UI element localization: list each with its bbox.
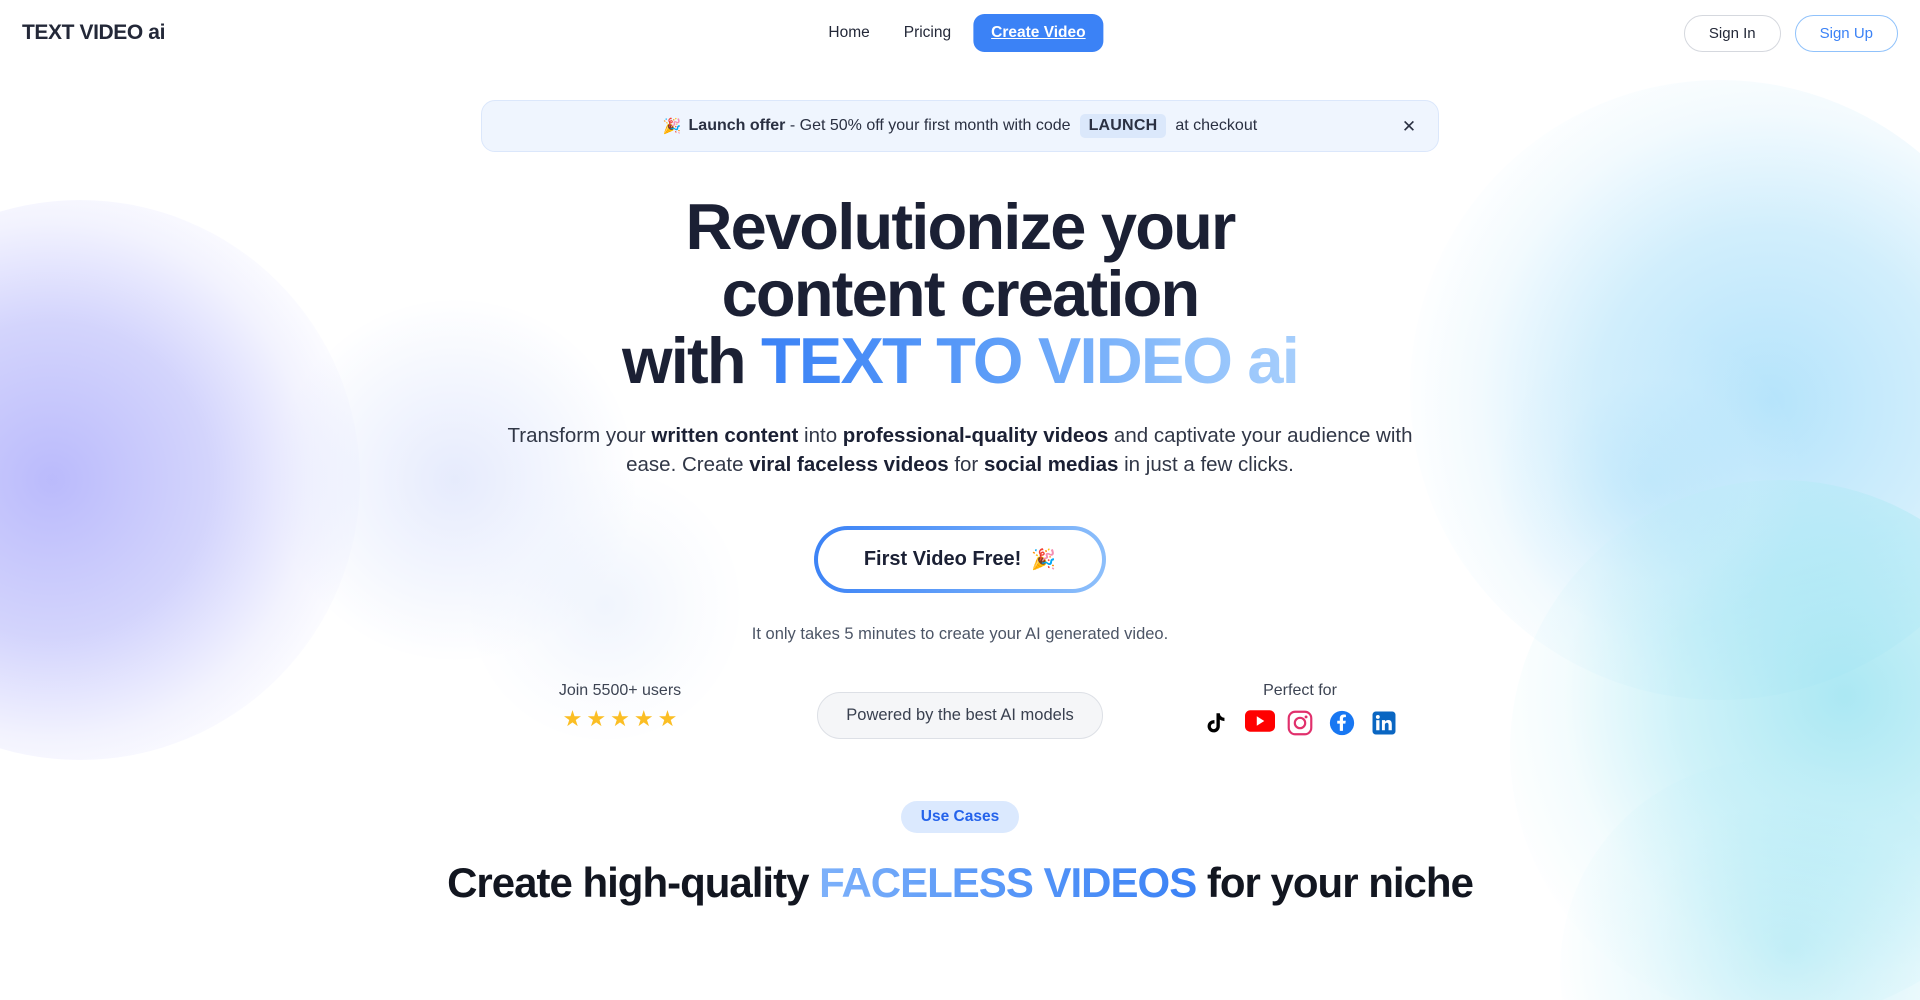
star-icon: ★ bbox=[657, 706, 678, 732]
auth-actions: Sign In Sign Up bbox=[1683, 14, 1898, 52]
banner-offer-title: Launch offer bbox=[688, 117, 786, 134]
hero-sub-part-4: for bbox=[948, 453, 984, 477]
perfect-for-label: Perfect for bbox=[1263, 682, 1337, 700]
ai-models-block: Powered by the best AI models bbox=[790, 682, 1130, 740]
page-title: Revolutionize your content creation with… bbox=[0, 193, 1920, 397]
tiktok-icon[interactable] bbox=[1203, 710, 1229, 736]
banner-promo-code[interactable]: LAUNCH bbox=[1079, 114, 1167, 138]
party-popper-icon: 🎉 bbox=[662, 118, 682, 135]
site-logo[interactable]: TEXT VIDEO ai bbox=[22, 21, 165, 45]
announcement-banner-wrap: 🎉 Launch offer - Get 50% off your first … bbox=[0, 100, 1920, 152]
hero-sub-part-2: into bbox=[798, 423, 843, 447]
hero-sub-bold-1: written content bbox=[651, 423, 799, 447]
sign-in-button[interactable]: Sign In bbox=[1683, 14, 1781, 52]
youtube-icon[interactable] bbox=[1245, 710, 1275, 736]
star-rating: ★ ★ ★ ★ ★ bbox=[563, 708, 678, 730]
users-count-label: Join 5500+ users bbox=[558, 682, 682, 700]
hero-title-line-3-plain: with bbox=[621, 323, 761, 397]
star-icon: ★ bbox=[633, 706, 654, 732]
hero-title-accent: TEXT TO VIDEO ai bbox=[760, 323, 1300, 397]
star-icon: ★ bbox=[586, 706, 607, 732]
instagram-icon[interactable] bbox=[1287, 710, 1313, 736]
nav-create-video-button[interactable]: Create Video bbox=[973, 14, 1104, 52]
hero-sub-bold-4: social medias bbox=[983, 453, 1119, 477]
cta-label: First Video Free! bbox=[863, 548, 1022, 571]
use-cases-title-plain-2: for your niche bbox=[1196, 859, 1474, 907]
platforms-block: Perfect for bbox=[1130, 682, 1470, 736]
use-cases-title-plain-1: Create high-quality bbox=[447, 859, 820, 907]
use-cases-title-accent: FACELESS VIDEOS bbox=[819, 859, 1197, 907]
social-platform-icons bbox=[1203, 710, 1397, 736]
top-navbar: TEXT VIDEO ai Home Pricing Create Video … bbox=[0, 0, 1920, 66]
hero-title-line-2: content creation bbox=[721, 256, 1201, 330]
linkedin-icon[interactable] bbox=[1371, 710, 1397, 736]
powered-by-pill: Powered by the best AI models bbox=[817, 692, 1103, 740]
banner-offer-suffix: at checkout bbox=[1175, 117, 1258, 134]
primary-nav: Home Pricing Create Video bbox=[816, 14, 1104, 52]
users-rating-block: Join 5500+ users ★ ★ ★ ★ ★ bbox=[450, 682, 790, 730]
nav-link-pricing[interactable]: Pricing bbox=[892, 15, 963, 51]
use-cases-badge: Use Cases bbox=[900, 801, 1020, 834]
first-video-free-button[interactable]: First Video Free! 🎉 bbox=[814, 526, 1106, 593]
cta-helper-text: It only takes 5 minutes to create your A… bbox=[751, 625, 1169, 644]
nav-link-home[interactable]: Home bbox=[816, 15, 881, 51]
star-icon: ★ bbox=[562, 706, 583, 732]
facebook-icon[interactable] bbox=[1329, 710, 1355, 736]
hero-cta-wrap: First Video Free! 🎉 bbox=[0, 526, 1920, 593]
social-proof-row: Join 5500+ users ★ ★ ★ ★ ★ Powered by th… bbox=[380, 682, 1540, 740]
hero-sub-bold-2: professional-quality videos bbox=[842, 423, 1109, 447]
close-icon[interactable]: ✕ bbox=[1396, 113, 1422, 139]
hero-subtitle: Transform your written content into prof… bbox=[480, 421, 1440, 480]
use-cases-title: Create high-quality FACELESS VIDEOS for … bbox=[0, 859, 1920, 907]
hero-section: Revolutionize your content creation with… bbox=[0, 193, 1920, 644]
party-popper-icon: 🎉 bbox=[1031, 549, 1057, 572]
hero-title-line-1: Revolutionize your bbox=[685, 190, 1236, 263]
sign-up-button[interactable]: Sign Up bbox=[1794, 14, 1898, 52]
star-icon: ★ bbox=[610, 706, 630, 732]
announcement-banner: 🎉 Launch offer - Get 50% off your first … bbox=[481, 100, 1439, 152]
hero-sub-part-1: Transform your bbox=[507, 423, 652, 447]
page-root: TEXT VIDEO ai Home Pricing Create Video … bbox=[0, 0, 1920, 907]
banner-offer-text: - Get 50% off your first month with code bbox=[789, 117, 1071, 134]
hero-sub-bold-3: viral faceless videos bbox=[749, 453, 949, 477]
use-cases-section: Use Cases Create high-quality FACELESS V… bbox=[0, 801, 1920, 907]
hero-sub-part-5: in just a few clicks. bbox=[1118, 453, 1294, 477]
